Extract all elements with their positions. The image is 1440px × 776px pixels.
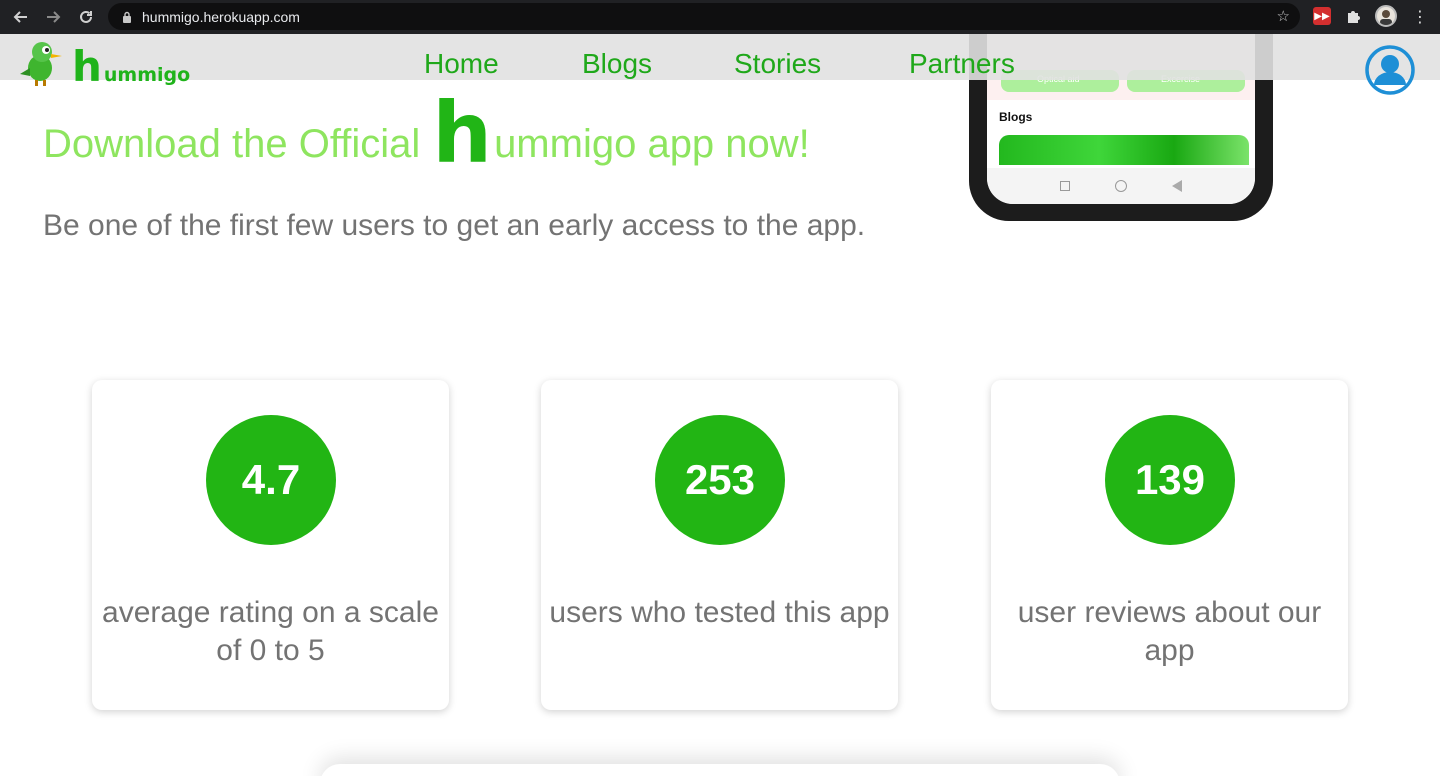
phone-nav-bar <box>987 168 1255 204</box>
back-icon[interactable] <box>10 6 32 28</box>
address-bar[interactable]: hummigo.herokuapp.com ☆ <box>108 3 1300 30</box>
puzzle-icon[interactable] <box>1344 7 1362 25</box>
browser-toolbar: hummigo.herokuapp.com ☆ ▶▶ ⋮ <box>0 0 1440 34</box>
stat-label: user reviews about our app <box>1017 596 1322 667</box>
next-section-card <box>320 764 1120 776</box>
site-navbar: h ummigo Home Blogs Stories Partners <box>0 34 1440 88</box>
url-text[interactable]: hummigo.herokuapp.com <box>142 9 300 25</box>
circle-nav-icon <box>1114 180 1127 192</box>
reload-icon[interactable] <box>75 6 97 28</box>
back-triangle-icon <box>1172 180 1183 192</box>
stat-label: average rating on a scale of 0 to 5 <box>102 596 439 667</box>
hero-title-suffix: ummigo app now! <box>494 122 810 166</box>
square-nav-icon <box>1059 181 1070 191</box>
bookmark-star-icon[interactable]: ☆ <box>1277 7 1290 25</box>
nav-partners-link[interactable]: Partners <box>909 48 1015 80</box>
hummigo-logo[interactable]: h ummigo <box>18 38 191 91</box>
bird-mascot-icon <box>20 42 62 86</box>
stat-label: users who tested this app <box>549 596 890 629</box>
logo-wordmark: ummigo <box>103 64 191 86</box>
logo-letter-h: h <box>72 42 102 91</box>
red-extension-icon[interactable]: ▶▶ <box>1313 7 1331 25</box>
nav-home-link[interactable]: Home <box>424 48 499 80</box>
stat-card-rating: 4.7 average rating on a scale of 0 to 5 <box>92 380 449 710</box>
profile-avatar[interactable] <box>1375 5 1397 27</box>
user-profile-icon[interactable] <box>1364 44 1416 96</box>
hero-title: Download the Official h ummigo app now! <box>43 84 810 182</box>
page: h ummigo Home Blogs Stories Partners Opt… <box>0 34 1440 776</box>
forward-icon[interactable] <box>42 6 64 28</box>
hero-subtitle: Be one of the first few users to get an … <box>43 209 866 242</box>
stat-value-circle: 253 <box>655 415 785 545</box>
nav-stories-link[interactable]: Stories <box>734 48 821 80</box>
nav-blogs-link[interactable]: Blogs <box>582 48 652 80</box>
kebab-menu-icon[interactable]: ⋮ <box>1411 7 1429 26</box>
hero-title-h: h <box>432 84 493 182</box>
lock-icon <box>120 11 134 23</box>
hero-title-prefix: Download the Official <box>43 122 421 166</box>
stat-value-circle: 139 <box>1105 415 1235 545</box>
phone-blog-banner <box>999 135 1249 165</box>
stat-card-testers: 253 users who tested this app <box>541 380 898 710</box>
stat-card-reviews: 139 user reviews about our app <box>991 380 1348 710</box>
phone-blogs-heading: Blogs <box>999 110 1033 124</box>
stat-value-circle: 4.7 <box>206 415 336 545</box>
